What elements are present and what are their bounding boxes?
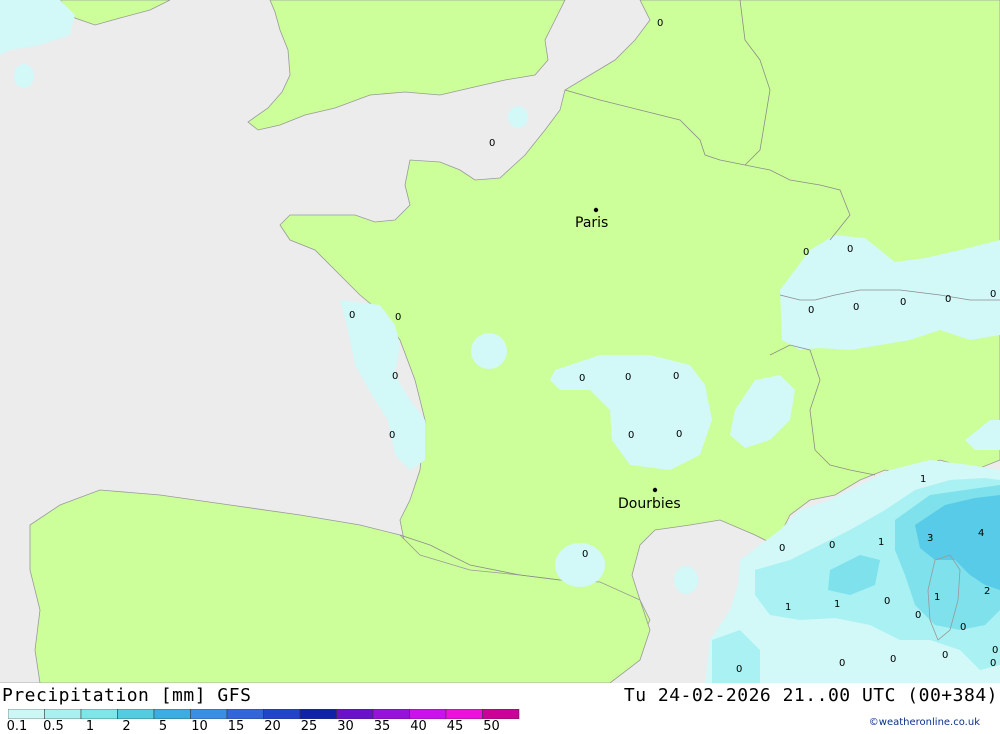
- precip-value: 0: [992, 645, 998, 656]
- legend-swatch: [8, 709, 45, 719]
- precip-value: 0: [915, 610, 921, 621]
- legend-tick-label: 5: [158, 719, 168, 734]
- paris-marker: [593, 207, 599, 213]
- legend-tick-label: 1: [85, 719, 95, 734]
- legend-swatch: [299, 709, 337, 719]
- precip-value: 1: [834, 599, 840, 610]
- precip-value: 0: [673, 371, 679, 382]
- legend-tick-label: 45: [446, 719, 464, 734]
- precip-value: 0: [839, 658, 845, 669]
- legend-colorbar: [8, 709, 520, 719]
- legend-tick-label: 25: [300, 719, 318, 734]
- footer-title: Precipitation [mm] GFS: [2, 685, 252, 706]
- legend-swatch: [336, 709, 374, 719]
- legend-tick-label: 0.1: [6, 719, 28, 734]
- legend-tick-label: 2: [122, 719, 131, 734]
- precip-value: 0: [392, 371, 398, 382]
- precip-value: 0: [779, 543, 785, 554]
- legend-tick-label: 0.5: [43, 719, 64, 734]
- legend-swatch: [409, 709, 447, 719]
- precip-value: 0: [829, 540, 835, 551]
- dourbies-label: Dourbies: [618, 496, 681, 512]
- precip-value: 0: [884, 596, 890, 607]
- legend-tick-label: 40: [410, 719, 427, 734]
- precip-value: 0: [945, 294, 951, 305]
- legend-swatch: [372, 709, 410, 719]
- precip-value: 0: [489, 138, 495, 149]
- precip-value: 0: [625, 372, 631, 383]
- precip-value: 1: [878, 537, 884, 548]
- legend-swatch: [153, 709, 191, 719]
- precip-value: 0: [736, 664, 742, 675]
- precip-value: 0: [349, 310, 355, 321]
- precip-value: 0: [389, 430, 395, 441]
- legend-swatch: [117, 709, 155, 719]
- legend-swatch: [226, 709, 264, 719]
- precip-value: 1: [920, 474, 926, 485]
- legend-tick-label: 30: [337, 719, 354, 734]
- legend-swatch: [44, 709, 82, 719]
- legend-tick-label: 15: [227, 719, 245, 734]
- precip-value: 0: [890, 654, 896, 665]
- precip-value: 0: [942, 650, 948, 661]
- credit-link[interactable]: ©weatheronline.co.uk: [869, 717, 980, 728]
- precip-value: 0: [990, 289, 996, 300]
- precip-value: 0: [847, 244, 853, 255]
- precip-value: 0: [395, 312, 401, 323]
- legend-swatch: [263, 709, 301, 719]
- legend-tick-label: 50: [483, 719, 500, 734]
- legend-swatch: [445, 709, 483, 719]
- legend-tick-label: 20: [264, 719, 281, 734]
- precip-value: 0: [579, 373, 585, 384]
- precip-value: 0: [657, 18, 663, 29]
- precip-value: 2: [984, 586, 990, 597]
- precipitation-map: Paris Dourbies 0 0 0 0 0 0 0 0 0 0 0 0 0…: [0, 0, 1000, 683]
- paris-label: Paris: [575, 215, 608, 231]
- precip-value: 0: [676, 429, 682, 440]
- legend-tick-label: 35: [373, 719, 391, 734]
- precip-value: 0: [853, 302, 859, 313]
- forecast-datetime: Tu 24-02-2026 21..00 UTC (00+384): [623, 685, 998, 706]
- precip-value: 3: [927, 533, 933, 544]
- precip-value: 4: [978, 528, 984, 539]
- precip-value: 0: [960, 622, 966, 633]
- precip-value: 0: [808, 305, 814, 316]
- precip-value: 0: [990, 658, 996, 669]
- precip-value: 0: [628, 430, 634, 441]
- map-footer: Precipitation [mm] GFS Tu 24-02-2026 21.…: [0, 683, 1000, 734]
- legend-swatch: [190, 709, 228, 719]
- precip-value: 0: [582, 549, 588, 560]
- precip-value: 0: [803, 247, 809, 258]
- legend-tick-label: 10: [191, 719, 208, 734]
- legend-swatch: [80, 709, 118, 719]
- precip-value: 1: [934, 592, 940, 603]
- dourbies-marker: [652, 487, 658, 493]
- precip-value: 0: [900, 297, 906, 308]
- precip-value: 1: [785, 602, 791, 613]
